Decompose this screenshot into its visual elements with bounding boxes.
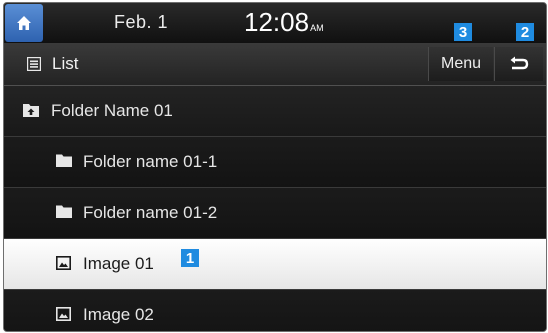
clock-display: 12:08AM: [244, 7, 324, 38]
list-item-label: Folder Name 01: [51, 101, 173, 120]
callout-badge-2: 2: [516, 23, 534, 41]
image-icon: [56, 307, 71, 321]
title-bar: List Menu: [4, 43, 546, 86]
back-button[interactable]: [494, 47, 543, 81]
list-item-parent-folder[interactable]: Folder Name 01: [4, 86, 546, 137]
head-unit-screen: Feb. 1 12:08AM List Menu 3 2 Folder Name…: [3, 2, 547, 332]
back-icon: [510, 56, 529, 70]
callout-badge-3: 3: [454, 23, 472, 41]
list-item-label: Image 01: [83, 254, 154, 273]
clock-ampm: AM: [310, 23, 324, 33]
folder-icon: [56, 205, 72, 218]
list-item-label: Folder name 01-1: [83, 152, 218, 171]
callout-badge-1: 1: [181, 249, 199, 267]
list-icon: [27, 57, 41, 71]
list-item-image[interactable]: Image 02: [4, 290, 546, 331]
menu-button[interactable]: Menu: [428, 47, 493, 81]
list-item-folder[interactable]: Folder name 01-1: [4, 137, 546, 188]
clock-time: 12:08: [244, 7, 310, 37]
list-item-folder[interactable]: Folder name 01-2: [4, 188, 546, 239]
list-item-label: Folder name 01-2: [83, 203, 218, 222]
home-button[interactable]: [5, 4, 43, 42]
image-icon: [56, 256, 71, 270]
page-title: List: [52, 54, 79, 73]
folder-icon: [56, 154, 72, 167]
date-display: Feb. 1: [114, 12, 169, 32]
list-item-image-selected[interactable]: Image 01: [4, 239, 546, 290]
home-icon: [17, 16, 31, 30]
list-item-label: Image 02: [83, 305, 154, 324]
folder-up-icon: [23, 104, 39, 117]
